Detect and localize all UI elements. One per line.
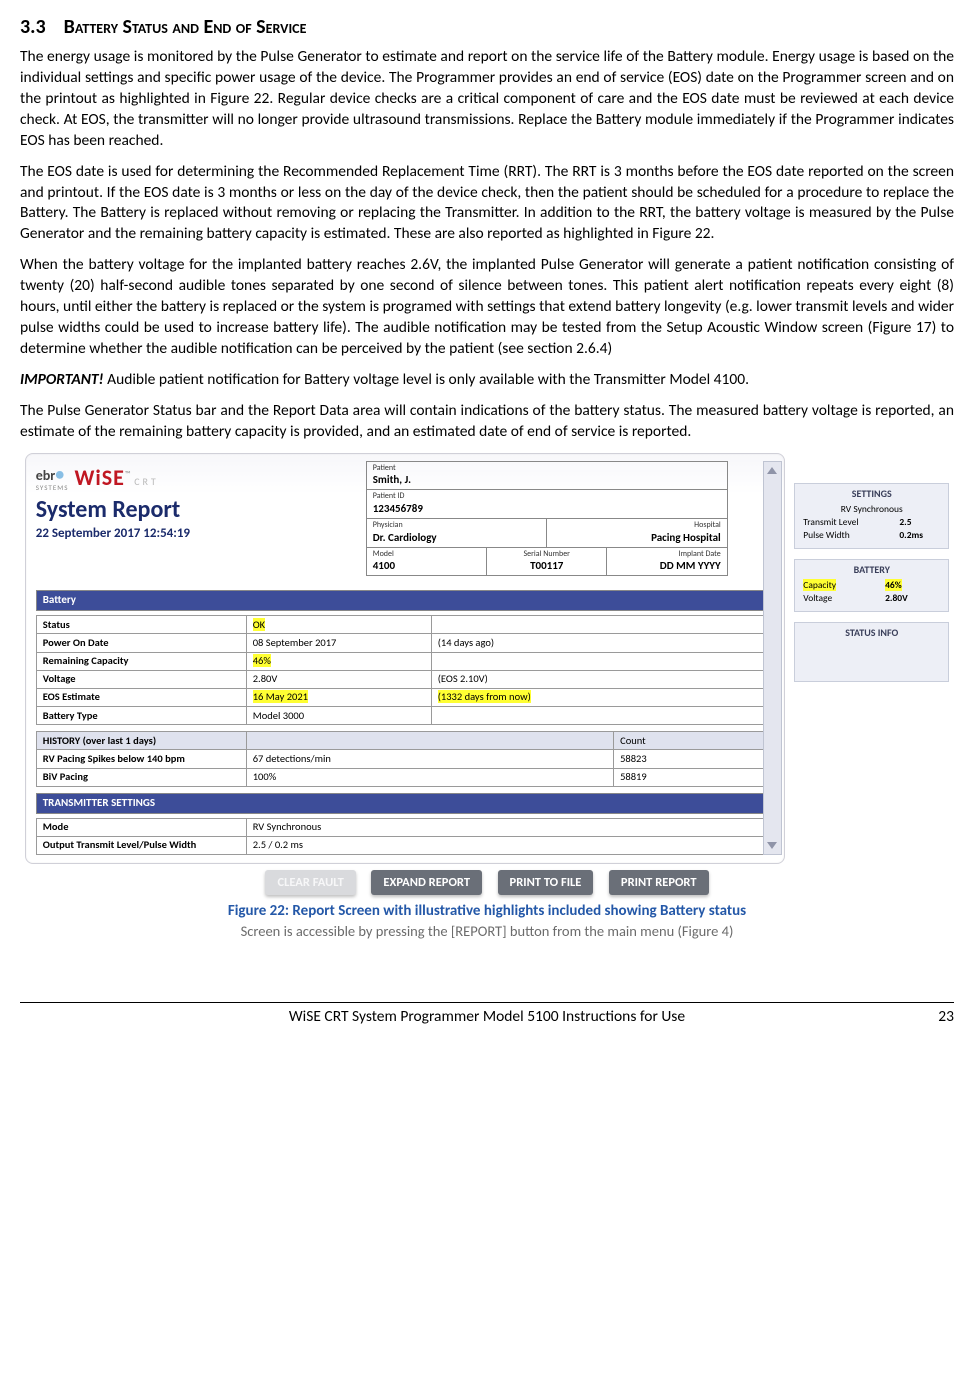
important-label: IMPORTANT!	[20, 370, 104, 389]
wise-logo-sub: CRT	[134, 475, 159, 488]
ebr-logo-sub: SYSTEMS	[36, 483, 69, 492]
paragraph-5: The Pulse Generator Status bar and the R…	[20, 401, 954, 443]
sidebar-panels: SETTINGS RV Synchronous Transmit Level2.…	[794, 453, 949, 692]
page-number: 23	[938, 1007, 954, 1028]
wise-logo: WiSE™	[74, 464, 131, 491]
figure-caption: Figure 22: Report Screen with illustrati…	[20, 901, 954, 921]
paragraph-important: IMPORTANT! Audible patient notification …	[20, 370, 954, 391]
status-info-panel: STATUS INFO	[794, 622, 949, 682]
expand-report-button[interactable]: EXPAND REPORT	[371, 870, 482, 895]
figure-22: ebr• SYSTEMS WiSE™ CRT System Report 22 …	[20, 453, 954, 942]
transmitter-header: TRANSMITTER SETTINGS	[36, 793, 774, 814]
footer-text: WiSE CRT System Programmer Model 5100 In…	[289, 1007, 685, 1028]
patient-info: PatientSmith, J. Patient ID123456789 Phy…	[366, 461, 728, 577]
print-to-file-button[interactable]: PRINT TO FILE	[498, 870, 594, 895]
settings-panel: SETTINGS RV Synchronous Transmit Level2.…	[794, 483, 949, 549]
ebr-logo: ebr•	[36, 467, 65, 484]
transmitter-table: ModeRV SynchronousOutput Transmit Level/…	[36, 818, 774, 855]
scrollbar[interactable]	[763, 461, 782, 855]
battery-table: StatusOKPower On Date08 September 2017(1…	[36, 615, 774, 725]
important-text: Audible patient notification for Battery…	[104, 370, 749, 389]
clear-fault-button[interactable]: CLEAR FAULT	[265, 870, 355, 895]
figure-subcaption: Screen is accessible by pressing the [RE…	[20, 922, 954, 942]
button-row: CLEAR FAULT EXPAND REPORT PRINT TO FILE …	[20, 870, 954, 895]
report-screenshot: ebr• SYSTEMS WiSE™ CRT System Report 22 …	[25, 453, 785, 864]
section-title: Battery Status and End of Service	[64, 15, 307, 39]
paragraph-1: The energy usage is monitored by the Pul…	[20, 47, 954, 152]
battery-header: Battery	[36, 590, 774, 611]
paragraph-3: When the battery voltage for the implant…	[20, 255, 954, 360]
section-heading: 3.3 Battery Status and End of Service	[20, 14, 954, 41]
paragraph-2: The EOS date is used for determining the…	[20, 162, 954, 246]
print-report-button[interactable]: PRINT REPORT	[609, 870, 709, 895]
history-table: HISTORY (over last 1 days)Count RV Pacin…	[36, 731, 774, 787]
footer: WiSE CRT System Programmer Model 5100 In…	[20, 1002, 954, 1028]
section-number: 3.3	[20, 15, 46, 39]
battery-panel: BATTERY Capacity46% Voltage2.80V	[794, 559, 949, 612]
